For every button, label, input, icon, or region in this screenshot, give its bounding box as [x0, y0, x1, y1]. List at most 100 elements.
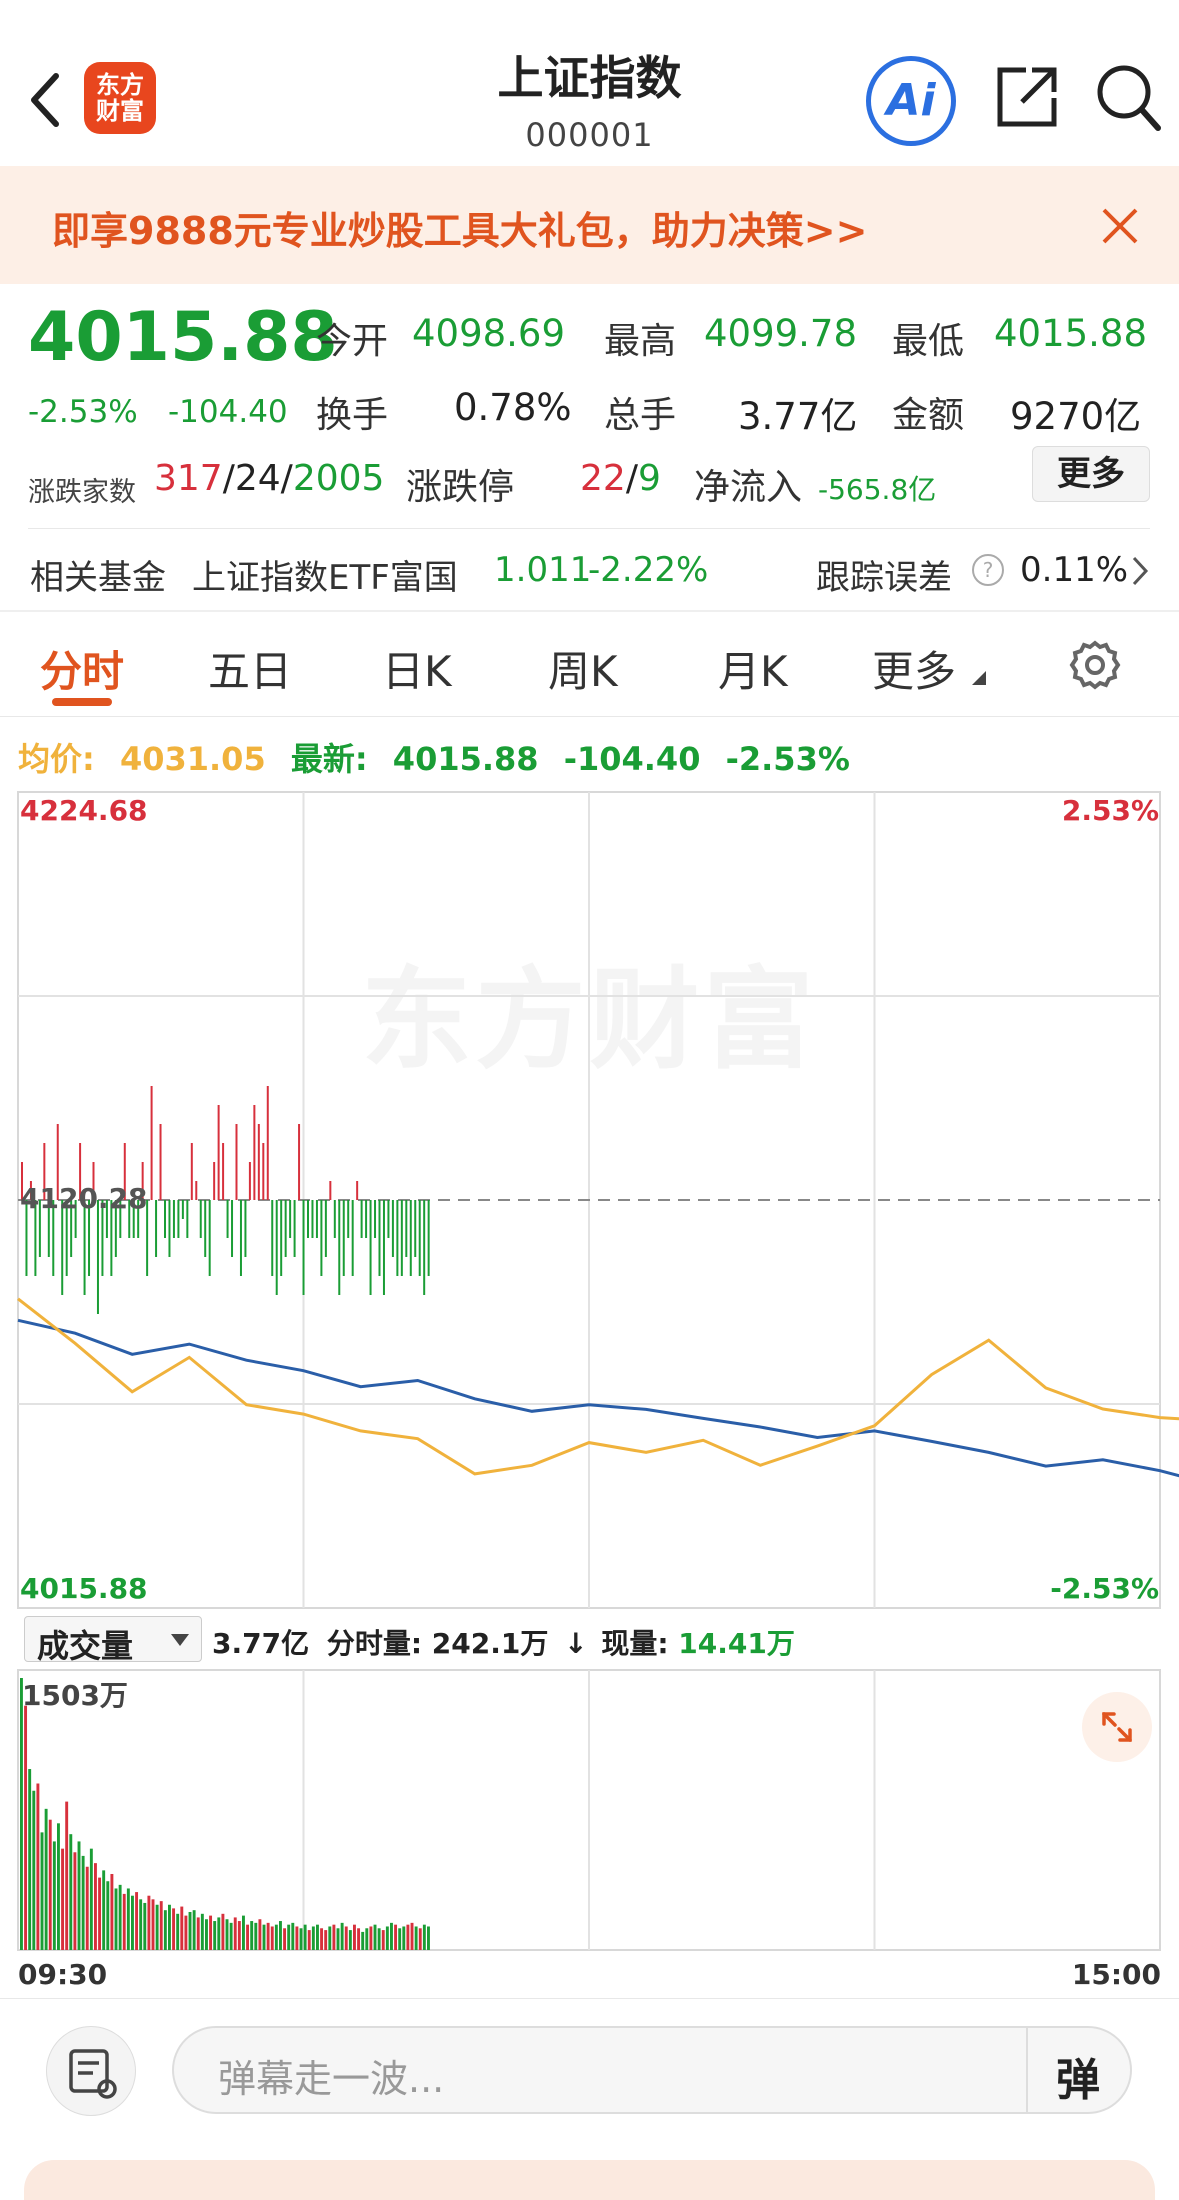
tab-monthly-k[interactable]: 月K — [718, 638, 788, 699]
tick-volume-label: 分时量: — [326, 1627, 423, 1660]
comment-input[interactable]: 弹幕走一波... 弹 — [172, 2026, 1132, 2114]
volume-bar — [32, 1790, 36, 1950]
fund-price: 1.011 — [494, 550, 592, 590]
volume-bar — [233, 1917, 237, 1950]
volume-total: 3.77亿 — [212, 1627, 310, 1660]
volume-bar — [279, 1921, 282, 1950]
y-mid-label: 4120.28 — [20, 1182, 148, 1215]
caret-down-icon — [171, 1631, 189, 1650]
volume-bar — [381, 1930, 385, 1950]
volume-selector[interactable]: 成交量 — [24, 1616, 202, 1665]
volume-bar — [295, 1926, 299, 1950]
volume-bar — [135, 1892, 139, 1950]
y-top-pct-label: 2.53% — [1061, 794, 1159, 827]
volume-bar — [61, 1848, 65, 1950]
volume-bar — [357, 1928, 361, 1950]
flat-count: 24 — [234, 458, 281, 499]
volume-bar — [307, 1930, 311, 1950]
breadth-label: 涨跌家数 — [28, 477, 136, 508]
volume-bar — [122, 1893, 126, 1950]
volume-bar — [324, 1930, 328, 1950]
current-price: 4015.88 — [28, 298, 338, 377]
low-label: 最低 — [892, 321, 965, 362]
volume-bar — [377, 1928, 381, 1950]
volume-bar — [213, 1921, 217, 1950]
volume-bar — [192, 1910, 196, 1950]
comment-list-button[interactable] — [46, 2026, 136, 2116]
promo-banner[interactable]: 即享9888元专业炒股工具大礼包，助力决策>> — [0, 166, 1179, 284]
volume-bar — [143, 1902, 147, 1950]
volume-bar — [225, 1919, 229, 1950]
volume-bar — [44, 1808, 48, 1950]
y-bottom-pct-label: -2.53% — [1050, 1572, 1159, 1605]
now-volume-value: 14.41万 — [678, 1627, 795, 1660]
low-value: 4015.88 — [994, 312, 1148, 355]
fund-change: -2.22% — [588, 550, 709, 590]
expand-button[interactable] — [1082, 1692, 1152, 1762]
volume-bar — [299, 1928, 303, 1950]
volume-bar — [361, 1931, 365, 1950]
fund-name: 上证指数ETF富国 — [192, 558, 458, 598]
volume-bar — [274, 1924, 278, 1950]
search-icon[interactable] — [1094, 60, 1164, 134]
volume-bar — [81, 1855, 85, 1950]
tab-intraday[interactable]: 分时 — [40, 638, 124, 699]
ai-button[interactable]: Ai — [866, 56, 956, 146]
y-bottom-label: 4015.88 — [20, 1572, 148, 1605]
volume-bar — [422, 1924, 426, 1950]
arrow-down-icon: ↓ — [564, 1627, 588, 1660]
tab-weekly-k[interactable]: 周K — [548, 638, 618, 699]
bottom-peek-bar — [24, 2160, 1155, 2200]
share-icon[interactable] — [992, 62, 1062, 132]
latest-value: 4015.88 — [392, 740, 539, 778]
ai-icon: Ai — [886, 75, 936, 126]
volume-bar — [52, 1841, 56, 1950]
volume-bar — [406, 1924, 410, 1950]
promo-text[interactable]: 即享9888元专业炒股工具大礼包，助力决策>> — [52, 200, 867, 255]
help-icon[interactable]: ? — [972, 554, 1004, 586]
volume-bar — [246, 1924, 250, 1950]
volume-bar — [410, 1922, 414, 1950]
volume-bar — [348, 1930, 352, 1950]
volume-bar — [303, 1924, 307, 1950]
avg-label: 均价: — [18, 740, 95, 778]
volume-bar — [131, 1895, 134, 1950]
tab-more[interactable]: 更多 — [872, 638, 956, 699]
fund-row[interactable]: 相关基金 上证指数ETF富国 1.011 -2.22% 跟踪误差 ? 0.11% — [0, 530, 1179, 610]
volume-bar — [221, 1913, 225, 1950]
volume-bar — [110, 1873, 114, 1950]
volume-bar — [102, 1870, 106, 1950]
volume-bar — [320, 1928, 324, 1950]
volume-bar — [65, 1801, 69, 1950]
volume-bar — [40, 1832, 44, 1950]
volume-bar — [332, 1924, 336, 1950]
volume-bar — [85, 1866, 89, 1950]
more-button[interactable]: 更多 — [1032, 446, 1150, 502]
tab-daily-k[interactable]: 日K — [382, 638, 452, 699]
volume-bar — [385, 1926, 389, 1950]
chevron-right-icon — [1130, 554, 1150, 592]
volume-selector-label: 成交量 — [37, 1627, 134, 1665]
tab-five-day[interactable]: 五日 — [208, 638, 292, 699]
comment-placeholder: 弹幕走一波... — [218, 2057, 445, 2101]
volume-bar — [254, 1922, 258, 1950]
inflow-value: -565.8亿 — [818, 473, 937, 506]
volume-bar — [237, 1921, 241, 1950]
volume-bar — [369, 1926, 373, 1950]
comment-settings-icon — [69, 2049, 117, 2099]
volume-chart[interactable] — [0, 1668, 1179, 1958]
high-label: 最高 — [604, 321, 677, 362]
avg-value: 4031.05 — [119, 740, 266, 778]
time-start-label: 09:30 — [18, 1958, 108, 1991]
latest-change: -104.40 — [563, 740, 701, 778]
settings-gear-icon[interactable] — [1068, 638, 1122, 696]
now-volume-label: 现量: — [601, 1627, 669, 1660]
volume-bar — [336, 1928, 340, 1950]
high-value: 4099.78 — [704, 312, 858, 355]
danmaku-button[interactable]: 弹 — [1056, 2044, 1100, 2108]
inflow-label: 净流入 — [694, 467, 803, 508]
volume-bar — [168, 1904, 171, 1950]
close-icon[interactable] — [1100, 206, 1140, 246]
price-chart[interactable] — [0, 790, 1179, 1610]
fund-label: 相关基金 — [30, 558, 166, 598]
